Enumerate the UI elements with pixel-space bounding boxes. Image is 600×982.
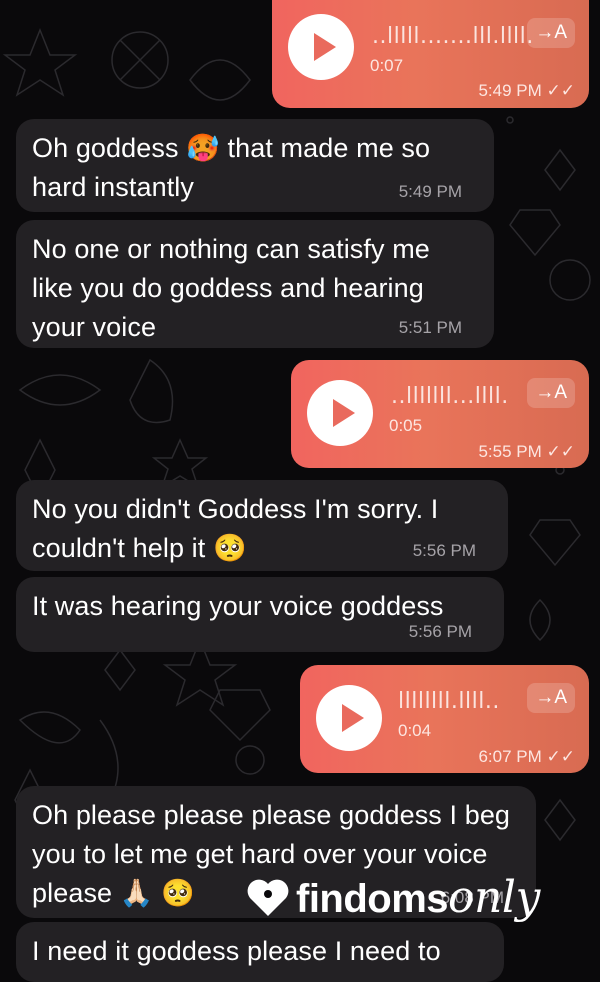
- message-time: 5:56 PM: [412, 541, 476, 560]
- message-time: 5:51 PM: [398, 318, 462, 337]
- double-check-icon: ✓✓: [546, 442, 576, 461]
- voice-duration: 0:05: [389, 416, 423, 435]
- voice-duration: 0:04: [398, 721, 432, 740]
- heart-tag-icon: [247, 879, 289, 916]
- message-time: 5:49 PM: [398, 182, 462, 201]
- double-check-icon: ✓✓: [546, 81, 576, 100]
- transcribe-button[interactable]: →A: [527, 18, 575, 48]
- incoming-message: Oh goddess 🥵 that made me so hard instan…: [16, 119, 494, 212]
- message-text: It was hearing your voice goddess: [32, 591, 444, 621]
- outgoing-voice-message[interactable]: ..lllll.......lll.llll. 0:07 →A 5:49 PM …: [272, 0, 589, 108]
- voice-waveform: ..lllll.......lll.llll.: [372, 24, 534, 49]
- outgoing-voice-message[interactable]: llllllll.llll.. 0:04 →A 6:07 PM ✓✓: [300, 665, 589, 773]
- message-time: 5:55 PM ✓✓: [478, 442, 576, 461]
- play-icon[interactable]: [316, 685, 382, 751]
- incoming-message: I need it goddess please I need to: [16, 922, 504, 982]
- voice-waveform: llllllll.llll..: [398, 689, 500, 714]
- incoming-message: No one or nothing can satisfy me like yo…: [16, 220, 494, 348]
- transcribe-button[interactable]: →A: [527, 683, 575, 713]
- watermark-logo: findomsonly: [246, 872, 540, 923]
- message-time: 6:07 PM ✓✓: [478, 747, 576, 766]
- incoming-message: It was hearing your voice goddess 5:56 P…: [16, 577, 504, 652]
- voice-waveform: ..lllllll...llll.: [391, 384, 509, 409]
- play-icon[interactable]: [288, 14, 354, 80]
- message-text: I need it goddess please I need to: [32, 936, 441, 966]
- outgoing-voice-message[interactable]: ..lllllll...llll. 0:05 →A 5:55 PM ✓✓: [291, 360, 589, 468]
- message-time: 5:56 PM: [408, 622, 472, 641]
- double-check-icon: ✓✓: [546, 747, 576, 766]
- transcribe-button[interactable]: →A: [527, 378, 575, 408]
- play-icon[interactable]: [307, 380, 373, 446]
- voice-duration: 0:07: [370, 56, 404, 75]
- message-time: 5:49 PM ✓✓: [478, 81, 576, 100]
- incoming-message: No you didn't Goddess I'm sorry. I could…: [16, 480, 508, 571]
